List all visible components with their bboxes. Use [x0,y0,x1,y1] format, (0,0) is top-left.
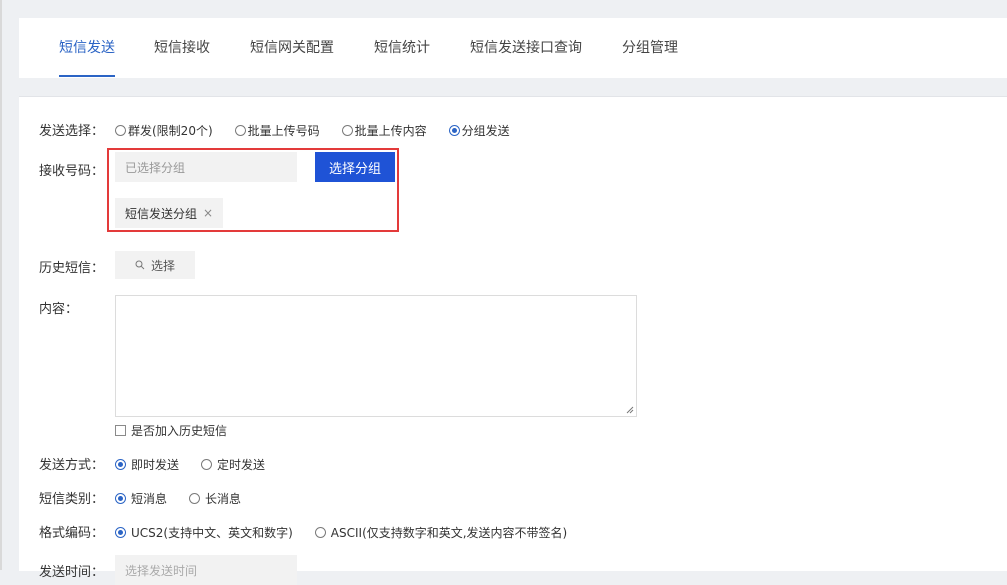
radio-label: 长消息 [205,492,242,506]
radio-encoding-ascii[interactable]: ASCII(仅支持数字和英文,发送内容不带签名) [314,524,568,541]
tab-group-management[interactable]: 分组管理 [622,18,678,78]
resize-grip-icon[interactable] [626,406,634,414]
page-left-border [0,0,2,570]
radio-batch-upload-numbers[interactable]: 批量上传号码 [234,122,320,139]
radio-circle-selected[interactable] [448,125,460,136]
send-time-input[interactable]: 选择发送时间 [115,555,297,585]
content-textarea[interactable] [115,295,637,417]
radio-label: 定时发送 [217,458,266,472]
radio-circle[interactable] [201,459,213,470]
radio-long-message[interactable]: 长消息 [189,490,241,507]
radio-label: 短消息 [131,492,168,506]
tab-sms-statistics[interactable]: 短信统计 [374,18,430,78]
radio-circle[interactable] [115,125,126,136]
radio-encoding-ucs2[interactable]: UCS2(支持中文、英文和数字) [115,524,293,541]
history-select-label: 选择 [150,258,175,273]
radio-circle-selected[interactable] [115,459,126,470]
radio-circle[interactable] [314,527,326,538]
radio-short-message[interactable]: 短消息 [115,490,167,507]
encoding-label: 格式编码： [39,526,105,541]
sms-send-form: 发送选择： 群发(限制20个) 批量上传号码 批量上传内容 分组发送 接收号码：… [19,96,1007,585]
tab-bar: 短信发送 短信接收 短信网关配置 短信统计 短信发送接口查询 分组管理 [19,18,1007,78]
send-mode-label: 发送方式： [39,458,105,473]
radio-circle[interactable] [189,493,201,504]
tab-sms-gateway-config[interactable]: 短信网关配置 [250,18,334,78]
radio-group-send-limited[interactable]: 群发(限制20个) [115,122,213,139]
radio-group-send[interactable]: 分组发送 [448,122,510,139]
radio-label: 分组发送 [461,124,510,138]
tab-sms-api-query[interactable]: 短信发送接口查询 [470,18,582,78]
highlight-box [107,148,399,232]
content-label: 内容： [39,302,79,317]
send-mode-radio-group: 即时发送 定时发送 [115,456,265,473]
sms-type-label: 短信类别： [39,492,105,507]
history-sms-label: 历史短信： [39,261,105,276]
radio-circle[interactable] [234,125,246,136]
radio-label: 批量上传内容 [354,124,427,138]
receiver-label: 接收号码： [39,164,105,179]
add-to-history-checkbox-row[interactable]: 是否加入历史短信 [115,422,227,439]
radio-send-immediate[interactable]: 即时发送 [115,456,179,473]
tab-sms-send[interactable]: 短信发送 [59,18,115,78]
sms-type-radio-group: 短消息 长消息 [115,490,241,507]
history-select-button[interactable]: 选择 [115,251,195,279]
send-time-label: 发送时间： [39,565,105,580]
add-to-history-label: 是否加入历史短信 [131,424,228,438]
send-select-label: 发送选择： [39,124,105,139]
radio-label: 批量上传号码 [247,124,320,138]
radio-send-scheduled[interactable]: 定时发送 [201,456,265,473]
radio-label: 即时发送 [131,458,180,472]
radio-label: UCS2(支持中文、英文和数字) [131,526,293,540]
radio-label: 群发(限制20个) [128,124,213,138]
tab-sms-receive[interactable]: 短信接收 [154,18,210,78]
radio-circle[interactable] [341,125,353,136]
radio-circle-selected[interactable] [115,527,126,538]
radio-batch-upload-content[interactable]: 批量上传内容 [341,122,427,139]
encoding-radio-group: UCS2(支持中文、英文和数字) ASCII(仅支持数字和英文,发送内容不带签名… [115,524,567,541]
search-icon [135,260,145,270]
radio-circle-selected[interactable] [115,493,126,504]
add-to-history-checkbox[interactable] [115,425,126,436]
send-select-radio-group: 群发(限制20个) 批量上传号码 批量上传内容 分组发送 [115,122,510,139]
radio-label: ASCII(仅支持数字和英文,发送内容不带签名) [330,526,568,540]
